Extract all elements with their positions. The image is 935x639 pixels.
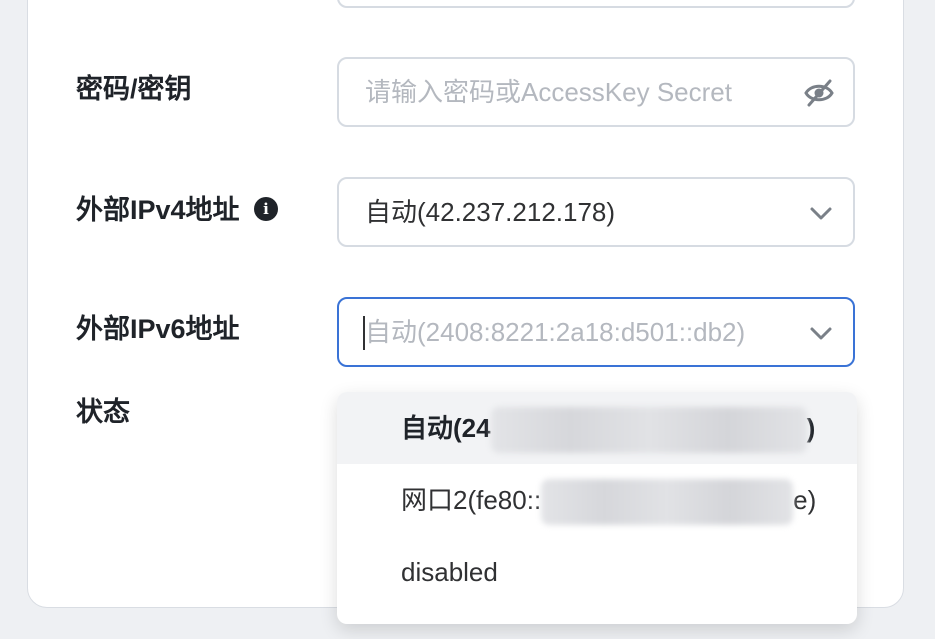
password-label: 密码/密钥	[76, 74, 192, 104]
ipv6-label: 外部IPv6地址	[76, 314, 240, 344]
ipv4-select[interactable]: 自动(42.237.212.178)	[337, 177, 855, 247]
dropdown-option-auto[interactable]: 自动(24)	[337, 392, 857, 464]
chevron-down-icon	[810, 327, 832, 340]
eye-off-icon[interactable]	[803, 78, 835, 108]
redacted-blur	[541, 479, 794, 526]
ipv4-label: 外部IPv4地址	[76, 195, 240, 225]
dropdown-option-port2[interactable]: 网口2(fe80:: e)	[337, 464, 857, 536]
previous-input-field[interactable]	[337, 0, 855, 8]
ipv4-value: 自动(42.237.212.178)	[365, 197, 616, 227]
status-label: 状态	[76, 397, 130, 427]
dropdown-option-disabled[interactable]: disabled	[337, 536, 857, 608]
password-input[interactable]: 请输入密码或AccessKey Secret	[337, 57, 855, 127]
password-placeholder: 请输入密码或AccessKey Secret	[365, 77, 732, 107]
redacted-blur	[490, 407, 807, 454]
ipv6-select[interactable]: 自动(2408:8221:2a18:d501::db2)	[337, 297, 855, 367]
info-icon[interactable]: i	[254, 197, 278, 221]
ipv6-placeholder: 自动(2408:8221:2a18:d501::db2)	[365, 317, 746, 347]
ipv6-dropdown-menu: 自动(24) 网口2(fe80:: e) disabled	[337, 392, 857, 624]
chevron-down-icon	[810, 207, 832, 220]
